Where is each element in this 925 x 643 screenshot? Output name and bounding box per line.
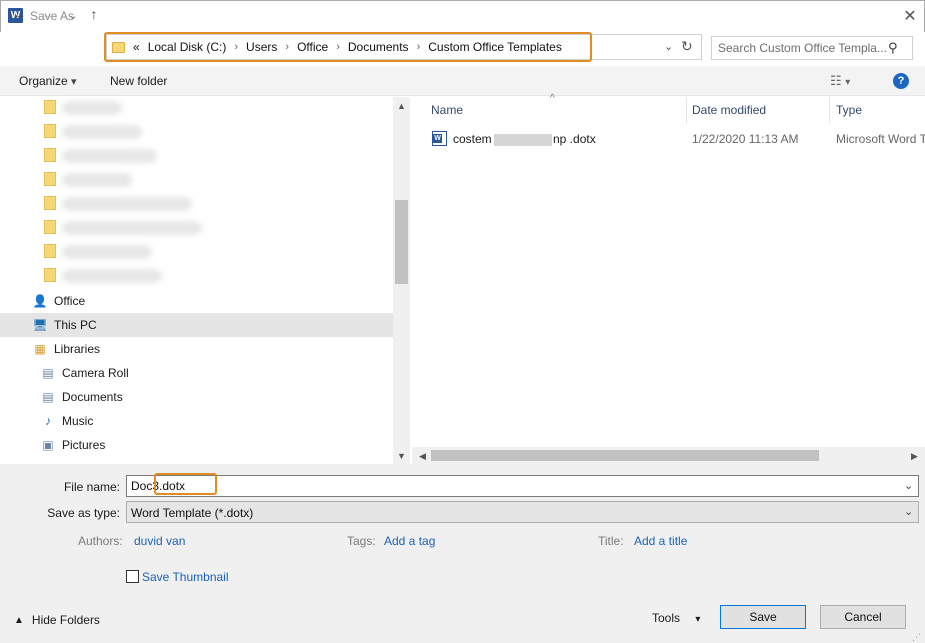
library-icon: ▦ <box>34 342 46 356</box>
folder-icon <box>44 196 56 210</box>
pictures-icon: ▣ <box>42 438 54 452</box>
hide-folders-button[interactable]: ▲ Hide Folders <box>14 613 100 627</box>
new-folder-button[interactable]: New folder <box>110 74 167 88</box>
chevron-down-icon[interactable]: ⌄ <box>664 40 673 53</box>
authors-label: Authors: <box>78 534 123 548</box>
redacted-text <box>494 134 552 146</box>
blurred-label <box>62 149 157 163</box>
saveas-type-value: Word Template (*.dotx) <box>131 506 254 520</box>
authors-value[interactable]: duvid van <box>134 534 185 548</box>
title-bar <box>0 0 925 32</box>
chevron-down-icon[interactable]: ⌄ <box>904 505 913 518</box>
back-button[interactable]: ← <box>10 6 28 22</box>
sort-caret-icon: ^ <box>550 93 555 104</box>
scroll-up-icon[interactable]: ▲ <box>393 101 410 111</box>
search-input[interactable] <box>718 38 890 58</box>
folder-icon <box>44 220 56 234</box>
save-button[interactable]: Save <box>720 605 806 629</box>
scroll-right-icon[interactable]: ▶ <box>906 451 923 462</box>
scroll-down-icon[interactable]: ▼ <box>393 451 410 461</box>
folder-icon <box>44 244 56 258</box>
title-label: Title: <box>598 534 624 548</box>
recent-locations-button[interactable]: ⌄ <box>64 9 82 22</box>
save-thumbnail-checkbox[interactable] <box>126 570 139 583</box>
column-divider[interactable] <box>686 97 687 123</box>
user-icon: 👤 <box>32 294 48 308</box>
caret-up-icon: ▲ <box>14 614 24 626</box>
refresh-icon[interactable]: ↻ <box>681 38 693 55</box>
blurred-label <box>62 245 152 259</box>
caret-down-icon: ▾ <box>71 76 77 88</box>
blurred-label <box>62 101 122 115</box>
organize-label: Organize <box>19 74 68 88</box>
column-header-type[interactable]: Type <box>836 103 862 117</box>
library-folder-icon: ▤ <box>42 366 54 380</box>
address-highlight <box>104 32 592 62</box>
save-thumbnail-label[interactable]: Save Thumbnail <box>142 570 229 584</box>
filename-box <box>126 475 919 497</box>
column-header-name[interactable]: Name <box>431 103 463 117</box>
column-header-date[interactable]: Date modified <box>692 103 766 117</box>
blurred-label <box>62 269 162 283</box>
filename-label: File name: <box>63 480 120 494</box>
tree-item-camera-roll[interactable]: ▤ Camera Roll <box>0 361 393 385</box>
file-name-end: np .dotx <box>553 132 596 146</box>
add-tag-link[interactable]: Add a tag <box>384 534 435 548</box>
tree-item-office[interactable]: 👤 Office <box>0 289 393 313</box>
tree-item-libraries[interactable]: ▦ Libraries <box>0 337 393 361</box>
blurred-label <box>62 221 202 235</box>
word-document-icon <box>432 131 447 146</box>
blurred-label <box>62 173 132 187</box>
folder-icon <box>44 124 56 138</box>
filename-input[interactable] <box>131 477 891 495</box>
tree-item-pictures[interactable]: ▣ Pictures <box>0 433 393 457</box>
music-icon: ♪ <box>45 414 51 428</box>
document-library-icon: ▤ <box>42 390 54 404</box>
tools-button[interactable]: Tools ▾ <box>652 611 700 625</box>
file-list <box>412 97 925 464</box>
tree-item-this-pc[interactable]: 🖥 This PC <box>0 313 393 337</box>
file-type: Microsoft Word T <box>836 132 925 146</box>
forward-button[interactable]: → <box>40 6 58 22</box>
folder-icon <box>44 172 56 186</box>
filename-highlight <box>154 473 217 495</box>
folder-icon <box>44 268 56 282</box>
blurred-label <box>62 197 192 211</box>
blurred-folder-list <box>44 100 204 290</box>
saveas-label: Save as type: <box>47 506 120 520</box>
chevron-down-icon[interactable]: ⌄ <box>904 479 913 492</box>
search-icon[interactable]: ⚲ <box>888 40 898 56</box>
column-divider[interactable] <box>829 97 830 123</box>
close-icon[interactable]: ✕ <box>900 6 920 26</box>
search-box <box>711 36 913 60</box>
view-options-icon[interactable]: ☷ ▾ <box>830 73 850 89</box>
tools-label: Tools <box>652 611 681 625</box>
caret-down-icon: ▾ <box>695 614 701 625</box>
resize-grip-icon[interactable]: ⋰ <box>912 632 921 643</box>
cancel-button[interactable]: Cancel <box>820 605 906 629</box>
add-title-link[interactable]: Add a title <box>634 534 687 548</box>
up-folder-button[interactable]: ↑ <box>85 6 103 22</box>
file-date: 1/22/2020 11:13 AM <box>692 132 799 146</box>
tree-item-music[interactable]: ♪ Music <box>0 409 393 433</box>
tree-item-documents[interactable]: ▤ Documents <box>0 385 393 409</box>
scrollbar-thumb[interactable] <box>431 450 819 461</box>
scroll-left-icon[interactable]: ◀ <box>414 451 431 462</box>
folder-icon <box>44 100 56 114</box>
file-name-start: costem I <box>453 132 499 146</box>
folder-icon <box>44 148 56 162</box>
help-icon[interactable]: ? <box>893 73 909 89</box>
hide-folders-label: Hide Folders <box>31 613 100 627</box>
blurred-label <box>62 125 142 139</box>
tags-label: Tags: <box>347 534 376 548</box>
computer-icon: 🖥 <box>32 318 48 332</box>
scrollbar-thumb[interactable] <box>395 200 408 284</box>
organize-button[interactable]: Organize ▾ <box>19 74 77 88</box>
